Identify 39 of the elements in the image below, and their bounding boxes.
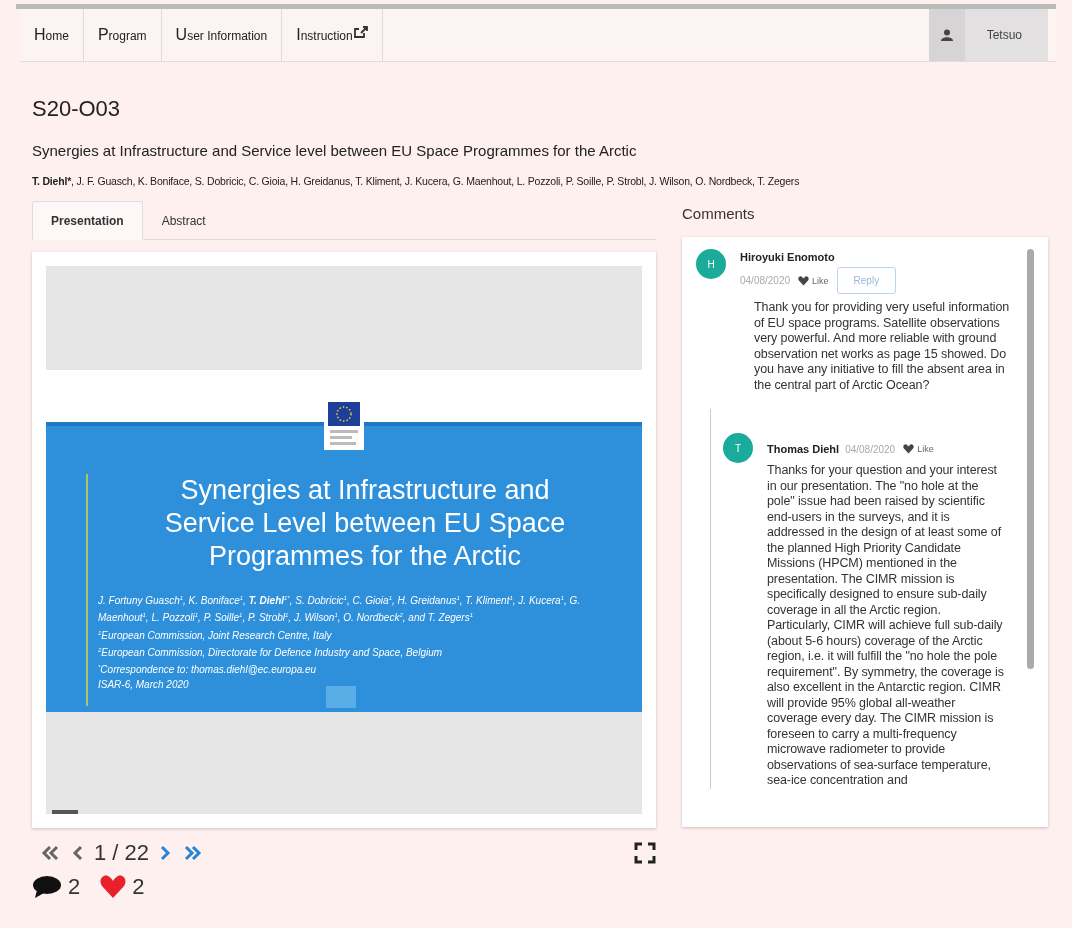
slide-event: ISAR-6, March 2020 <box>98 677 190 692</box>
comment-date: 04/08/2020 <box>740 275 791 286</box>
like-count: 2 <box>132 874 145 900</box>
author-list: T. Diehl*, J. F. Guasch, K. Boniface, S. Dobricic, C. Gioia, H. Greidanus, T. Kliment, J. Kucera, G. Maenhout, L. Pozzoli, P. Soille, P. Strobl, J. Wilson, O. Nordbeck, T. Zegers <box>32 175 1048 187</box>
avatar: H <box>696 249 726 279</box>
comment-author: Thomas Diehl <box>767 443 840 455</box>
like-link[interactable]: Like <box>798 275 829 286</box>
comments-heading: Comments <box>682 205 756 224</box>
heart-icon <box>100 875 127 899</box>
avatar: T <box>723 433 753 463</box>
user-icon <box>940 29 953 41</box>
scrollbar[interactable] <box>52 810 78 814</box>
speech-bubble-icon <box>32 875 62 899</box>
scrollbar[interactable] <box>1027 249 1034 669</box>
slide-affiliation: $^{1}$European Commission, Joint Research Centre, Italy <box>98 628 333 643</box>
comment-count: 2 <box>68 874 81 900</box>
nav-link[interactable]: Home <box>20 9 84 61</box>
comment-date: 04/08/2020 <box>845 443 896 455</box>
user-name: Tetsuo <box>985 28 1023 42</box>
slide-affiliation: $^{2}$European Commission, Directorate for Defence Industry and Space, Belgium <box>98 646 444 661</box>
slide-authors: J. Fortuny Guasch$^{1}$, K. Boniface$^{1}$, T. Diehl$^{1*}$, S. Dobricic$^{1}$, C. Gioia$^{1}$, H. Greidanus$^{1}$, T. Kliment$^{1}$, J. Kucera$^{1}$, G. Maenhout$^{1}$, L. Pozzoli$^{1}$, P. Soille$^{1}$, P. Strobl$^{1}$, J. Wilson$^{1}$, O. Nordbeck$^{2}$, and T. Zegers$^{1}$ <box>98 594 582 626</box>
comment-text: Thanks for your question and your interest in our presentation. The "no hole at the pole" issue had been raised by scientific end-users in the surveys, and it is addressed in the design of at least some of the planned High Priority Candidate Missions (HPCM) mentioned in the presentation. The CIMR mission is specifically designed to ensure sub-daily coverage in all the Arctic region. Particularly, CIMR will achieve full sub-daily (about 5-6 hours) coverage of the Arctic region, i.e. it will fulfill the "no hole the pole requirement". By symmetry, the coverage is also excellent in the Antarctic region. CIMR will provide 95% global all-weather coverage every day. The CIMR mission is foreseen to carry a multi-frequency microwave radiometer to provide observations of sea-surface temperature, sea-ice concentration and <box>767 463 1005 789</box>
fullscreen-icon[interactable] <box>634 842 656 864</box>
comment-author: Hiroyuki Enomoto <box>740 251 836 263</box>
paper-title: Synergies at Infrastructure and Service level between EU Space Programmes for the Arctic <box>32 142 638 159</box>
nav-link[interactable]: Program <box>83 9 162 61</box>
next-page-icon[interactable] <box>159 844 172 862</box>
nav-link[interactable]: User Information <box>161 9 283 61</box>
like-link[interactable]: Like <box>903 444 934 454</box>
slide-affiliation: $^{*}$Correspondence to: thomas.diehl@ec.europa.eu <box>98 663 318 678</box>
tab[interactable]: Presentation <box>32 201 143 240</box>
tab[interactable]: Abstract <box>142 201 225 240</box>
page-indicator: 1 / 22 <box>94 840 150 866</box>
paper-code: S20-O03 <box>32 96 122 122</box>
comment-text: Thank you for providing very useful information of EU space programs. Satellite observations very powerful. And more reliable with ground observation net works as page 15 showed. Do you have any initiative to fill the absent area in the central part of Arctic Ocean? <box>754 300 1011 393</box>
slide-title: Synergies at Infrastructure and Service Level between EU Space Programmes for the Arctic <box>163 474 567 573</box>
previous-page-icon[interactable] <box>72 844 84 862</box>
user-menu[interactable]: Tetsuo <box>928 9 1048 61</box>
nav-link[interactable]: Instruction <box>282 9 383 61</box>
